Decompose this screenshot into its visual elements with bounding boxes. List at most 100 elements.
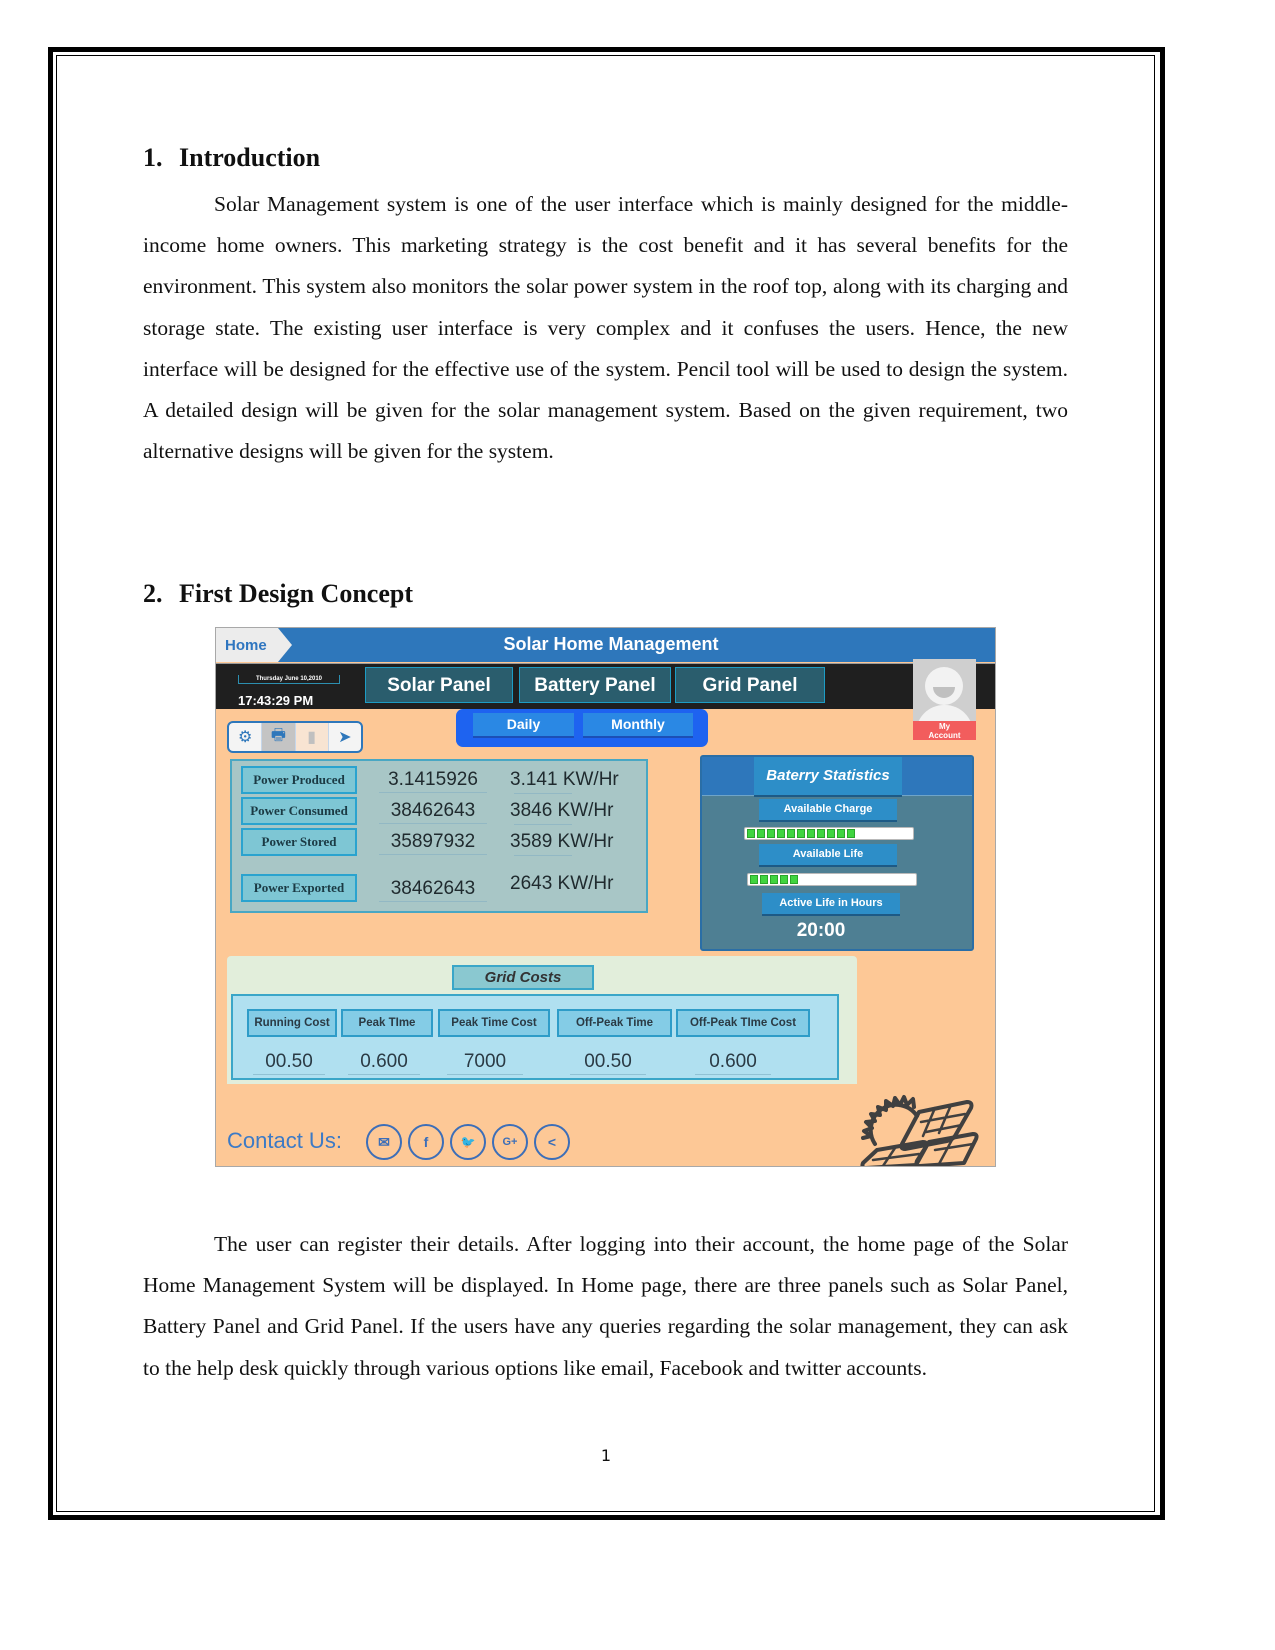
send-button[interactable]: ➤: [329, 723, 361, 751]
available-life-label: Available Life: [759, 844, 897, 865]
stat-unit-power-consumed: 3846 KW/Hr: [510, 799, 630, 825]
charge-segment: [770, 875, 778, 884]
action-toolbar: ⚙ 🖶 ▮ ➤: [227, 721, 363, 753]
stat-value-power-consumed: 38462643: [379, 799, 487, 824]
stat-value-power-stored: 35897932: [379, 830, 487, 855]
google-plus-button[interactable]: G+: [492, 1124, 528, 1160]
available-charge-label: Available Charge: [759, 799, 897, 820]
solar-panel-button[interactable]: Solar Panel: [365, 667, 513, 703]
first-design-paragraph: The user can register their details. Aft…: [143, 1232, 1068, 1380]
facebook-icon: f: [423, 1134, 429, 1150]
twitter-icon: 🐦: [460, 1135, 476, 1149]
contact-us-label: Contact Us:: [227, 1128, 342, 1153]
grid-header-off-peak-time-cost: Off-Peak TIme Cost: [676, 1009, 810, 1037]
section-number: 1.: [143, 143, 163, 172]
grid-value-off-peak-time: 00.50: [570, 1050, 646, 1075]
settings-button[interactable]: ⚙: [229, 723, 263, 751]
avatar-head-shape: [925, 667, 963, 705]
stat-unit-text: 3.141 KW/Hr: [510, 769, 619, 790]
active-life-label: Active Life in Hours: [762, 893, 900, 914]
stat-label-power-produced: Power Produced: [241, 766, 357, 794]
stat-label-power-consumed: Power Consumed: [241, 797, 357, 825]
available-charge-bar: [744, 827, 914, 840]
charge-segment: [790, 875, 798, 884]
email-icon: ✉: [378, 1133, 390, 1150]
trash-icon: ▮: [307, 729, 317, 746]
charge-segment: [750, 875, 758, 884]
print-button[interactable]: 🖶: [262, 723, 296, 751]
user-avatar[interactable]: [913, 659, 976, 735]
solar-ui-mockup-figure: Solar Home Management Home Thursday June…: [215, 627, 996, 1167]
delete-button[interactable]: ▮: [295, 723, 329, 751]
my-account-button[interactable]: My Account: [913, 721, 976, 740]
section-heading-introduction: 1. Introduction: [143, 143, 320, 173]
email-button[interactable]: ✉: [366, 1124, 402, 1160]
time-display: 17:43:29 PM: [238, 693, 314, 708]
period-selector: Daily Monthly: [456, 709, 708, 747]
title-bar: Solar Home Management Home: [216, 628, 995, 662]
grid-costs-panel: Grid Costs Running Cost Peak TIme Peak T…: [227, 956, 857, 1084]
charge-segment: [747, 829, 755, 838]
stat-label-power-exported: Power Exported: [241, 874, 357, 902]
grid-costs-table: Running Cost Peak TIme Peak Time Cost Of…: [231, 994, 839, 1080]
stat-unit-power-produced: 3.141 KW/Hr: [510, 768, 630, 794]
charge-segment: [760, 875, 768, 884]
section-title: First Design Concept: [179, 579, 413, 608]
stat-unit-power-exported: 2643 KW/Hr: [510, 872, 630, 896]
grid-value-off-peak-time-cost: 0.600: [695, 1050, 771, 1075]
solar-panel-sun-icon: [860, 1095, 979, 1166]
active-life-value: 20:00: [796, 920, 846, 941]
facebook-button[interactable]: f: [408, 1124, 444, 1160]
stat-value-power-exported: 38462643: [379, 877, 487, 902]
charge-segment: [767, 829, 775, 838]
section-title: Introduction: [179, 143, 321, 172]
charge-segment: [807, 829, 815, 838]
app-title: Solar Home Management: [503, 634, 719, 654]
share-button[interactable]: <: [534, 1124, 570, 1160]
grid-costs-title: Grid Costs: [452, 965, 594, 990]
account-label-line2: Account: [928, 731, 961, 740]
daily-tab[interactable]: Daily: [473, 713, 574, 736]
stat-unit-text: 2643 KW/Hr: [510, 873, 614, 894]
charge-segment: [847, 829, 855, 838]
stat-unit-text: 3589 KW/Hr: [510, 831, 614, 852]
section-heading-first-design: 2. First Design Concept: [143, 579, 413, 609]
grid-header-peak-time-cost: Peak Time Cost: [438, 1009, 550, 1037]
nav-bar: Thursday June 10,2010 17:43:29 PM Solar …: [216, 663, 995, 709]
charge-segment: [837, 829, 845, 838]
grid-value-peak-time-cost: 7000: [447, 1050, 523, 1075]
date-display: Thursday June 10,2010: [238, 675, 340, 684]
printer-icon: 🖶: [270, 726, 286, 744]
stat-unit-text: 3846 KW/Hr: [510, 800, 614, 821]
grid-value-running-cost: 00.50: [253, 1050, 325, 1075]
charge-segment: [827, 829, 835, 838]
account-label-line1: My: [938, 722, 951, 731]
twitter-button[interactable]: 🐦: [450, 1124, 486, 1160]
charge-segment: [797, 829, 805, 838]
battery-statistics-title: Baterry Statistics: [754, 757, 902, 795]
charge-segment: [777, 829, 785, 838]
stat-unit-power-stored: 3589 KW/Hr: [510, 830, 630, 856]
charge-segment: [757, 829, 765, 838]
gear-icon: ⚙: [237, 729, 253, 746]
grid-header-off-peak-time: Off-Peak Time: [557, 1009, 672, 1037]
grid-panel-button[interactable]: Grid Panel: [675, 667, 825, 703]
page-number: 1: [600, 1446, 612, 1465]
battery-panel-button[interactable]: Battery Panel: [519, 667, 671, 703]
introduction-paragraph: Solar Management system is one of the us…: [143, 192, 1068, 464]
available-life-bar: [747, 873, 917, 886]
stat-label-power-stored: Power Stored: [241, 828, 357, 856]
section-number: 2.: [143, 579, 163, 608]
grid-header-running-cost: Running Cost: [247, 1009, 337, 1037]
share-icon: <: [547, 1134, 557, 1150]
power-stats-panel: Power Produced 3.1415926 3.141 KW/Hr Pow…: [230, 759, 648, 913]
battery-panel-header: Baterry Statistics: [702, 757, 972, 796]
grid-header-peak-time: Peak TIme: [341, 1009, 433, 1037]
charge-segment: [787, 829, 795, 838]
send-icon: ➤: [338, 729, 352, 746]
monthly-tab[interactable]: Monthly: [583, 713, 693, 736]
battery-statistics-panel: Baterry Statistics Available Charge Avai…: [700, 755, 974, 951]
stat-value-power-produced: 3.1415926: [379, 768, 487, 793]
home-breadcrumb-tab[interactable]: Home: [216, 628, 292, 662]
charge-segment: [780, 875, 788, 884]
